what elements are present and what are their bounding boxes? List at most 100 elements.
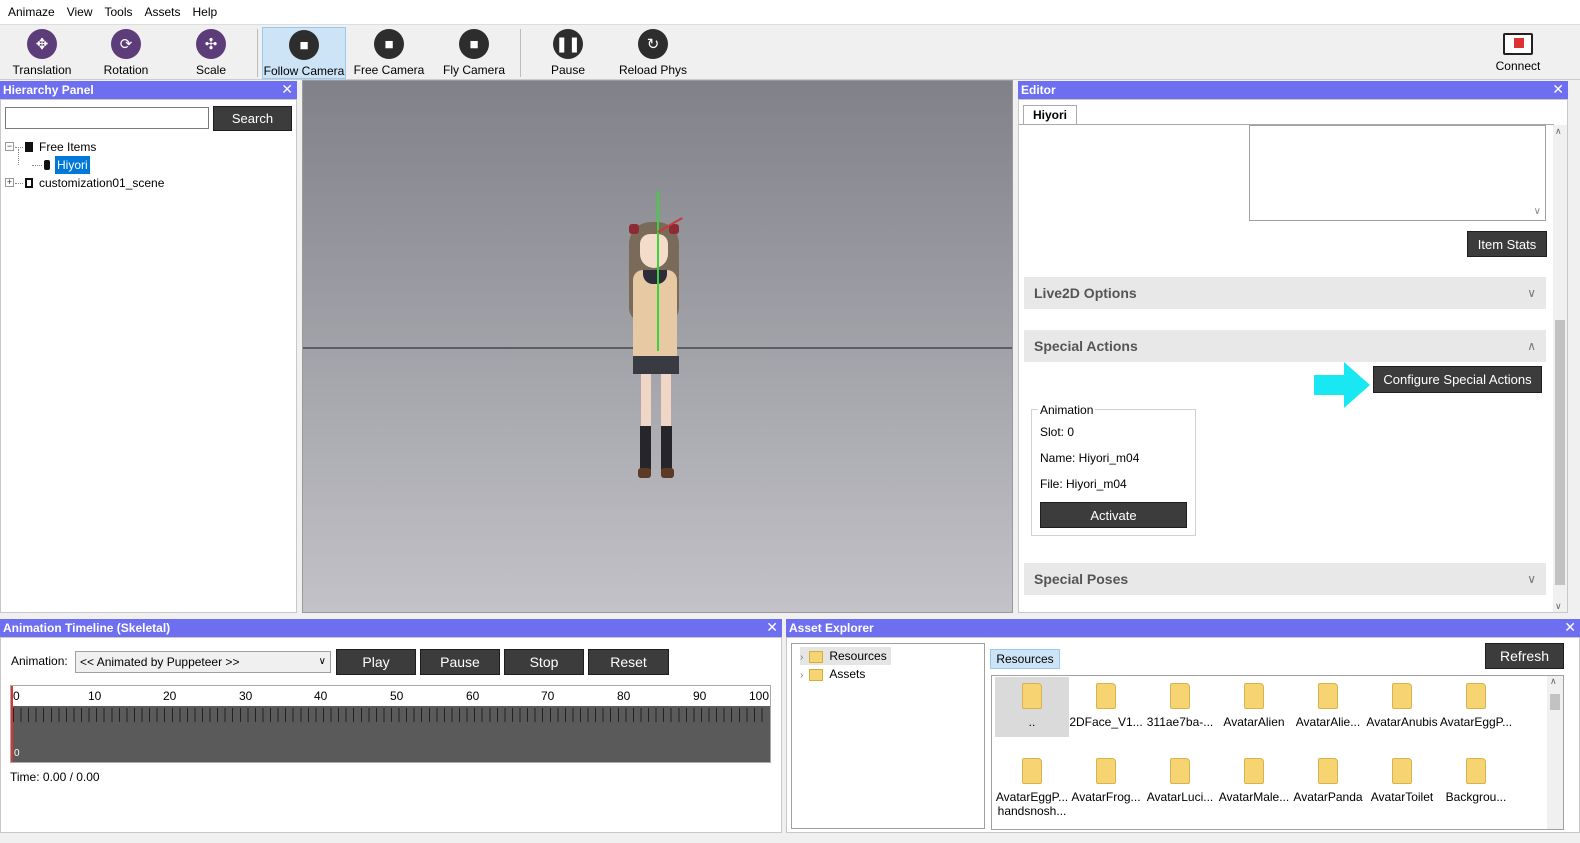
track-zero-label: 0	[14, 748, 20, 759]
folder-icon	[1170, 683, 1190, 709]
tree-line	[15, 147, 23, 148]
asset-folder-item[interactable]: ..	[995, 677, 1069, 737]
tree-item-free-items[interactable]: − Free Items	[5, 138, 293, 156]
editor-scrollbar[interactable]: ∧ ∨	[1553, 125, 1567, 612]
menu-view[interactable]: View	[61, 0, 99, 24]
search-button[interactable]: Search	[213, 106, 292, 131]
asset-grid-scrollbar[interactable]: ∧	[1547, 676, 1563, 829]
connect-label: Connect	[1495, 59, 1541, 73]
reset-button[interactable]: Reset	[588, 649, 669, 675]
menu-animaze[interactable]: Animaze	[2, 0, 61, 24]
tree-item-hiyori[interactable]: Hiyori	[5, 156, 293, 174]
folder-icon	[1096, 758, 1116, 784]
tree-item-assets[interactable]: › Assets	[800, 665, 865, 683]
close-icon[interactable]: ✕	[1552, 81, 1564, 98]
avatar-character[interactable]	[621, 216, 701, 496]
scroll-up-icon[interactable]: ∧	[1550, 676, 1557, 687]
camera-icon: ■	[374, 29, 404, 59]
animation-select[interactable]: << Animated by Puppeteer >> ∨	[75, 651, 331, 673]
configure-special-actions-button[interactable]: Configure Special Actions	[1373, 366, 1542, 393]
live2d-options-section[interactable]: Live2D Options ∨	[1024, 277, 1546, 309]
asset-folder-item[interactable]: AvatarLuci...	[1143, 752, 1217, 812]
scene-viewport[interactable]	[302, 80, 1013, 613]
asset-name: 311ae7ba-...	[1146, 715, 1214, 729]
tree-item-resources[interactable]: › Resources	[800, 647, 891, 665]
asset-name: AvatarAlie...	[1295, 715, 1361, 729]
pause-animation-button[interactable]: Pause	[420, 649, 500, 675]
animation-select-value: << Animated by Puppeteer >>	[80, 655, 240, 669]
special-actions-section[interactable]: Special Actions ∧	[1024, 330, 1546, 362]
asset-folder-item[interactable]: 2DFace_V1...	[1069, 677, 1143, 737]
free-camera-button[interactable]: ■ Free Camera	[347, 27, 431, 79]
asset-folder-item[interactable]: AvatarPanda	[1291, 752, 1365, 812]
asset-folder-item[interactable]: AvatarMale...	[1217, 752, 1291, 812]
tree-item-label: Hiyori	[55, 156, 90, 174]
expand-icon[interactable]: +	[5, 178, 14, 187]
hierarchy-search-input[interactable]	[5, 107, 209, 129]
editor-textarea[interactable]: ∨	[1249, 125, 1546, 221]
asset-folder-item[interactable]: 311ae7ba-...	[1143, 677, 1217, 737]
scroll-up-icon[interactable]: ∧	[1555, 126, 1562, 137]
playhead-marker[interactable]	[11, 686, 13, 762]
tree-line	[15, 183, 23, 184]
ruler-ticks	[13, 708, 769, 722]
asset-folder-item[interactable]: AvatarFrog...	[1069, 752, 1143, 812]
item-stats-button[interactable]: Item Stats	[1467, 231, 1547, 257]
asset-folder-item[interactable]: AvatarAnubis	[1365, 677, 1439, 737]
close-icon[interactable]: ✕	[281, 81, 293, 98]
scrollbar-thumb[interactable]	[1550, 694, 1560, 710]
scrollbar-thumb[interactable]	[1555, 320, 1565, 585]
folder-icon	[1170, 758, 1190, 784]
chevron-right-icon[interactable]: ›	[800, 670, 803, 681]
breadcrumb-resources[interactable]: Resources	[990, 649, 1060, 669]
scale-button[interactable]: ✣ Scale	[169, 27, 253, 79]
character-shoe	[661, 468, 674, 478]
hierarchy-panel-header: Hierarchy Panel ✕	[0, 81, 297, 99]
follow-camera-button[interactable]: ■ Follow Camera	[262, 27, 346, 79]
free-camera-label: Free Camera	[353, 63, 425, 77]
scroll-down-icon[interactable]: ∨	[1555, 601, 1562, 612]
asset-folder-item[interactable]: Backgrou...	[1439, 752, 1513, 812]
close-icon[interactable]: ✕	[1564, 619, 1576, 636]
stop-button[interactable]: Stop	[504, 649, 584, 675]
menu-tools[interactable]: Tools	[98, 0, 138, 24]
close-icon[interactable]: ✕	[766, 619, 778, 636]
tree-item-customization01-scene[interactable]: + customization01_scene	[5, 174, 293, 192]
editor-panel-title: Editor	[1021, 83, 1056, 97]
menu-help[interactable]: Help	[187, 0, 224, 24]
scale-axes-icon: ✣	[196, 29, 226, 59]
tab-hiyori[interactable]: Hiyori	[1023, 105, 1077, 125]
asset-folder-item[interactable]: AvatarEggP... handsnosh...	[995, 752, 1069, 829]
asset-folder-item[interactable]: AvatarToilet	[1365, 752, 1439, 812]
ruler-tick-label: 60	[466, 689, 480, 703]
asset-folder-item[interactable]: AvatarAlie...	[1291, 677, 1365, 737]
reload-phys-label: Reload Phys	[618, 63, 688, 77]
animation-label: Animation:	[11, 654, 68, 668]
chevron-right-icon[interactable]: ›	[800, 652, 803, 663]
timeline-ruler[interactable]: 0 10 20 30 40 50 60 70 80 90 100 0	[10, 685, 771, 763]
collapse-icon[interactable]: −	[5, 142, 14, 151]
pause-button[interactable]: ❚❚ Pause	[526, 27, 610, 79]
asset-explorer-header: Asset Explorer ✕	[786, 619, 1580, 637]
character-sock	[661, 426, 672, 470]
tree-line	[32, 165, 42, 166]
special-poses-section[interactable]: Special Poses ∨	[1024, 563, 1546, 595]
translation-button[interactable]: ✥ Translation	[0, 27, 84, 79]
folder-icon	[1392, 683, 1412, 709]
transform-gizmo-y-axis[interactable]	[657, 191, 659, 351]
asset-folder-item[interactable]: AvatarAlien	[1217, 677, 1291, 737]
reload-phys-button[interactable]: ↻ Reload Phys	[611, 27, 695, 79]
connect-button[interactable]: Connect	[1476, 27, 1560, 79]
ruler-tick-label: 50	[390, 689, 404, 703]
asset-name: AvatarPanda	[1293, 790, 1363, 804]
refresh-button[interactable]: Refresh	[1485, 643, 1564, 669]
fly-camera-button[interactable]: ■ Fly Camera	[432, 27, 516, 79]
time-readout: Time: 0.00 / 0.00	[10, 770, 100, 784]
asset-explorer-panel: › Resources › Assets Resources Refresh .. …	[786, 637, 1580, 833]
folder-icon	[1244, 758, 1264, 784]
asset-folder-item[interactable]: AvatarEggP...	[1439, 677, 1513, 737]
rotation-button[interactable]: ⟳ Rotation	[84, 27, 168, 79]
play-button[interactable]: Play	[336, 649, 416, 675]
menu-assets[interactable]: Assets	[139, 0, 187, 24]
activate-button[interactable]: Activate	[1040, 502, 1187, 528]
